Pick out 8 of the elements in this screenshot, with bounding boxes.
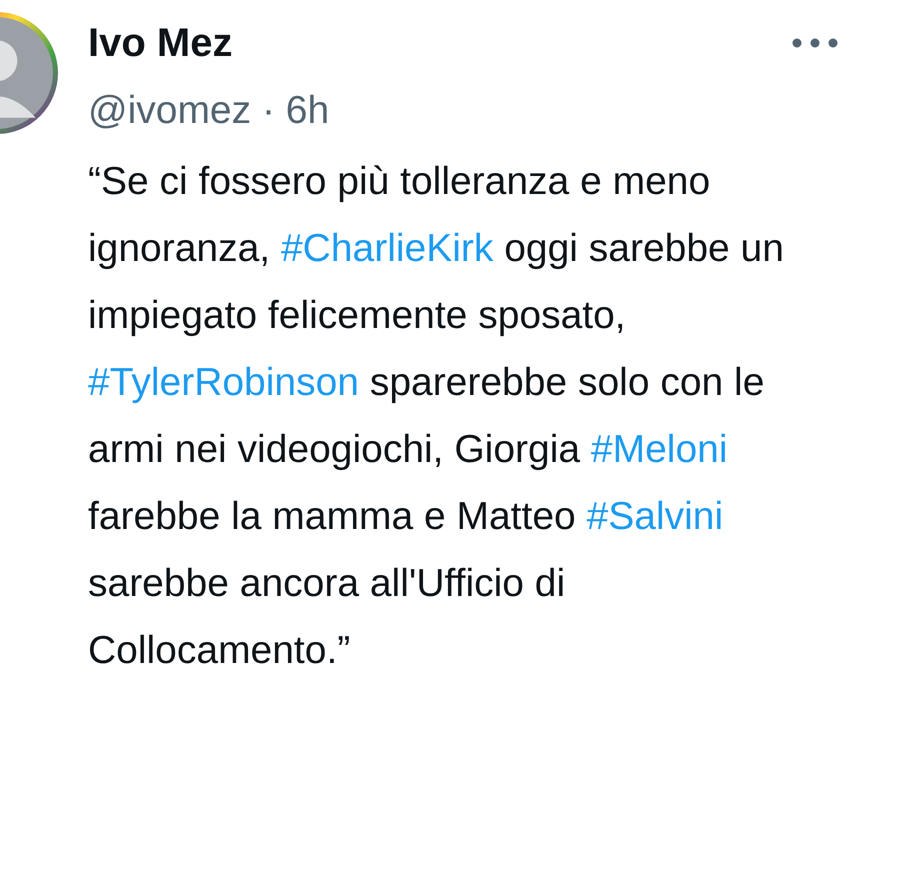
hashtag-link[interactable]: #Salvini	[586, 495, 724, 538]
hashtag-link[interactable]: #CharlieKirk	[280, 227, 494, 270]
hashtag-link[interactable]: #TylerRobinson	[88, 361, 359, 404]
author-name[interactable]: Ivo Mez	[88, 18, 330, 68]
more-icon[interactable]	[792, 38, 838, 48]
hashtag-link[interactable]: #Meloni	[590, 428, 728, 471]
author-handle: @ivomez · 6h	[88, 88, 330, 134]
tweet-text: “Se ci fossero più tolleranza e meno ignoranza, #CharlieKirk oggi sarebbe un impiegato felicemente sposato, #TylerRobinson sparerebbe solo con le armi nei videogiochi, Giorgia #Meloni farebbe la mamma e Matteo #Salvini sarebbe ancora all'Ufficio di Collocamento.”	[88, 159, 785, 674]
